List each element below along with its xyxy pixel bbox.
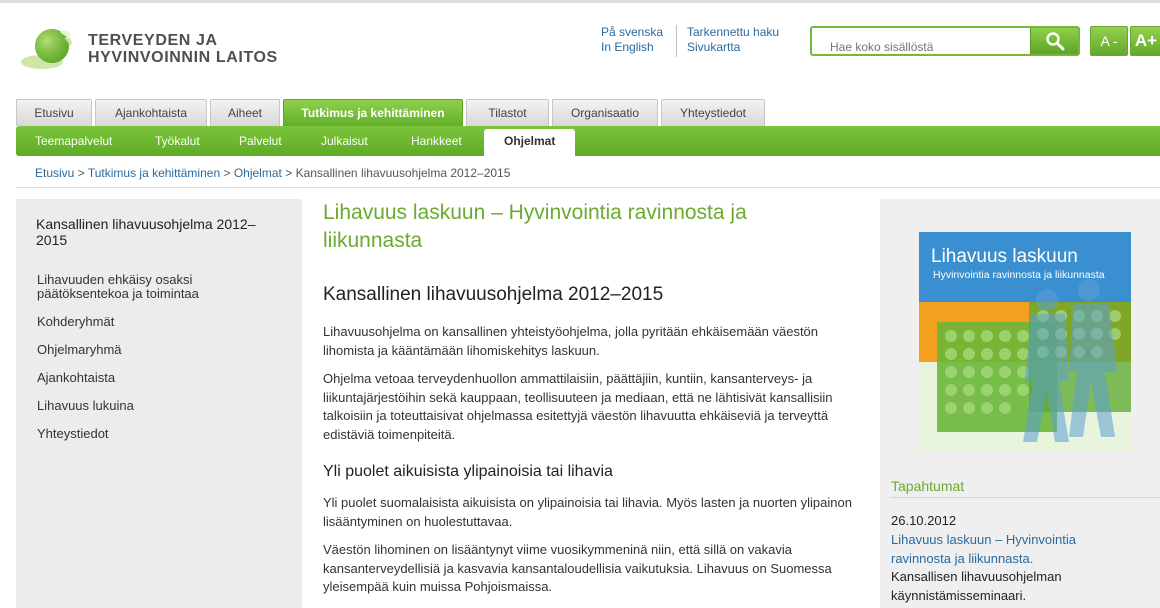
breadcrumb-etusivu[interactable]: Etusivu [35,166,74,180]
thl-logo[interactable]: TERVEYDEN JA HYVINVOINNIN LAITOS [20,26,300,74]
section-heading: Yli puolet aikuisista ylipainoisia tai l… [323,463,613,480]
search-box [810,26,1080,56]
breadcrumb-separator: > [77,166,85,180]
utility-links: Tarkennettu haku Sivukartta [676,25,779,57]
event-link[interactable]: Lihavuus laskuun – Hyvinvointia ravinnos… [891,531,1121,568]
tab-tutkimus-ja-kehittaminen[interactable]: Tutkimus ja kehittäminen [283,99,463,128]
section-nav-item[interactable]: Lihavuuden ehkäisy osaksi päätöksentekoa… [37,273,277,301]
main-content: Lihavuus laskuun – Hyvinvointia ravinnos… [323,199,863,594]
poster-title: Lihavuus laskuun [931,246,1078,267]
section-nav-item[interactable]: Ajankohtaista [37,371,277,385]
logo-text: TERVEYDEN JA HYVINVOINNIN LAITOS [88,32,278,66]
search-icon [1046,32,1065,51]
sub-navigation: Teemapalvelut Työkalut Palvelut Julkaisu… [16,126,1160,156]
font-increase-button[interactable]: A+ [1130,26,1160,56]
events-heading: Tapahtumat [891,478,965,494]
link-swedish[interactable]: På svenska [601,25,663,40]
language-links: På svenska In English [601,25,663,55]
program-poster-image[interactable]: Lihavuus laskuun Hyvinvointia ravinnosta… [919,232,1131,452]
poster-graphic: Lihavuus laskuun Hyvinvointia ravinnosta… [919,232,1131,452]
tab-organisaatio[interactable]: Organisaatio [552,99,658,126]
section-nav-item[interactable]: Yhteystiedot [37,427,277,441]
page-subtitle: Kansallinen lihavuusohjelma 2012–2015 [323,284,664,305]
paragraph: Väestön lihominen on lisääntynyt viime v… [323,542,832,594]
breadcrumb-ohjelmat[interactable]: Ohjelmat [234,166,282,180]
event-date: 26.10.2012 [891,513,957,528]
logo-leaf-icon [21,29,72,69]
subnav-julkaisut[interactable]: Julkaisut [321,126,368,156]
search-button[interactable] [1030,28,1078,54]
subnav-ohjelmat[interactable]: Ohjelmat [484,129,576,156]
paragraph: Ohjelma vetoaa terveydenhuollon ammattil… [323,371,833,442]
event-description: Kansallisen lihavuusohjelman käynnistämi… [891,569,1062,603]
search-input[interactable] [820,34,1030,54]
breadcrumb-separator: > [223,166,231,180]
tab-etusivu[interactable]: Etusivu [16,99,92,126]
events-divider [891,497,1160,498]
section-nav-item[interactable]: Lihavuus lukuina [37,399,277,413]
link-sitemap[interactable]: Sivukartta [687,40,779,55]
subnav-teemapalvelut[interactable]: Teemapalvelut [35,126,112,156]
font-decrease-button[interactable]: A - [1090,26,1128,56]
breadcrumb: Etusivu > Tutkimus ja kehittäminen > Ohj… [35,166,510,180]
poster-subtitle: Hyvinvointia ravinnosta ja liikunnasta [933,269,1105,281]
right-sidebar: Lihavuus laskuun Hyvinvointia ravinnosta… [880,199,1160,608]
top-border [0,0,1160,3]
logo-line-2: HYVINVOINNIN LAITOS [88,49,278,66]
tab-ajankohtaista[interactable]: Ajankohtaista [95,99,207,126]
breadcrumb-tutkimus[interactable]: Tutkimus ja kehittäminen [88,166,220,180]
main-navigation: Etusivu Ajankohtaista Aiheet Tutkimus ja… [16,99,768,128]
logo-line-1: TERVEYDEN JA [88,32,218,49]
paragraph: Yli puolet suomalaisista aikuisista on y… [323,495,852,529]
subnav-hankkeet[interactable]: Hankkeet [411,126,462,156]
breadcrumb-divider [16,187,1160,188]
link-english[interactable]: In English [601,40,663,55]
page-title: Lihavuus laskuun – Hyvinvointia ravinnos… [323,201,747,252]
subnav-tyokalut[interactable]: Työkalut [155,126,200,156]
section-nav-title[interactable]: Kansallinen lihavuusohjelma 2012–2015 [36,216,286,248]
tab-aiheet[interactable]: Aiheet [210,99,280,126]
paragraph: Lihavuusohjelma on kansallinen yhteistyö… [323,324,819,358]
section-navigation: Kansallinen lihavuusohjelma 2012–2015 Li… [16,199,302,608]
tab-tilastot[interactable]: Tilastot [466,99,549,126]
breadcrumb-separator: > [285,166,293,180]
subnav-palvelut[interactable]: Palvelut [239,126,282,156]
link-advanced-search[interactable]: Tarkennettu haku [687,25,779,40]
breadcrumb-current: Kansallinen lihavuusohjelma 2012–2015 [295,166,511,180]
section-nav-item[interactable]: Kohderyhmät [37,315,277,329]
tab-yhteystiedot[interactable]: Yhteystiedot [661,99,765,126]
section-nav-item[interactable]: Ohjelmaryhmä [37,343,277,357]
